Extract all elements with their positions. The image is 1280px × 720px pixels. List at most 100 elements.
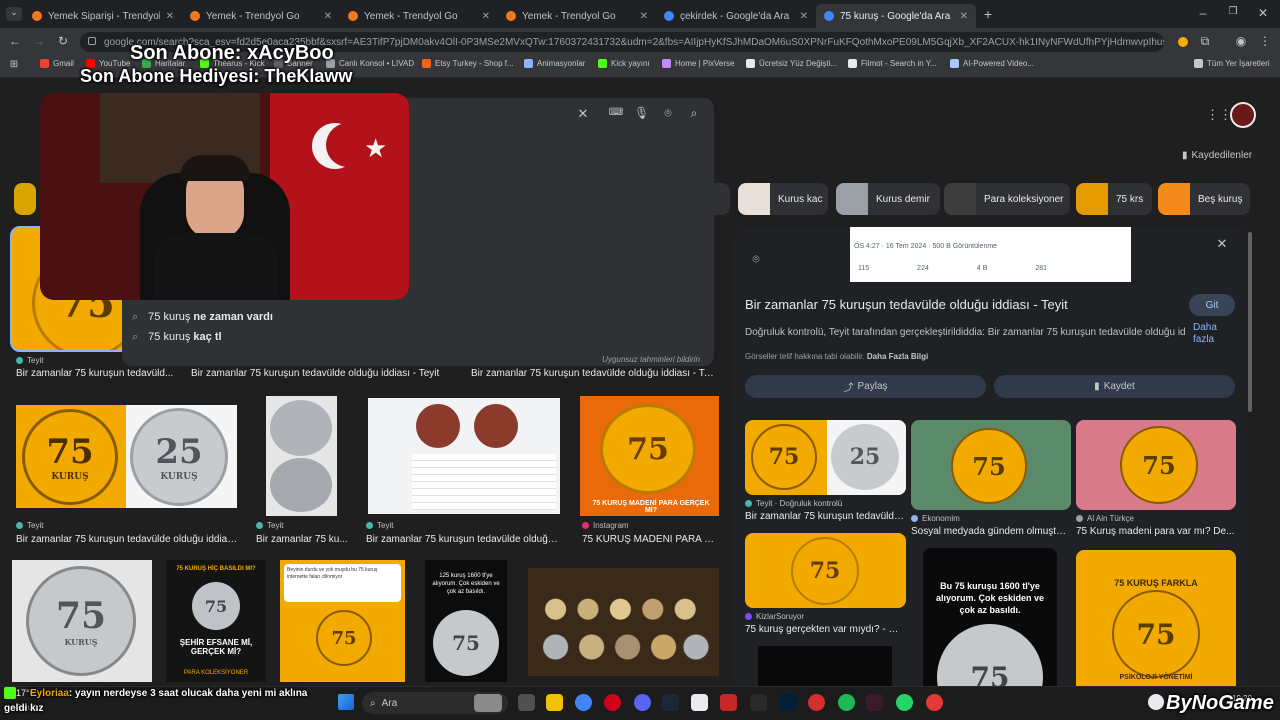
chrome-icon[interactable] xyxy=(575,694,592,711)
bookmark-animasyonlar[interactable]: Animasyonlar xyxy=(524,59,585,68)
chip-para-koleksiyoner[interactable]: Para koleksiyoner xyxy=(944,183,1070,215)
related-image[interactable]: Bu 75 kuruşu 1600 tl'ye alıyorum. Çok es… xyxy=(923,548,1057,686)
profile-icon[interactable]: ◉ xyxy=(1234,34,1248,48)
suggestion-item[interactable]: ⌕ 75 kuruş kaç tl xyxy=(122,326,714,348)
result-image[interactable] xyxy=(528,568,719,676)
result-image[interactable]: 125 kuruş 1600 tl'ye alıyorum. Çok eskid… xyxy=(425,560,507,682)
more-link[interactable]: Daha fazla xyxy=(1193,322,1227,346)
window-close-icon[interactable]: ✕ xyxy=(1256,6,1270,20)
close-panel-icon[interactable]: ✕ xyxy=(1214,236,1230,252)
minimize-icon[interactable]: – xyxy=(1196,6,1210,20)
result-source[interactable]: Instagram xyxy=(582,521,629,530)
related-image[interactable]: 75 KURUŞ FARKLA 75 PSİKOLOJİ YÖNETİMİ xyxy=(1076,550,1236,686)
google-apps-icon[interactable]: ⋮⋮ xyxy=(1206,107,1232,123)
keyboard-icon[interactable]: ⌨ xyxy=(608,107,624,118)
related-image[interactable]: 75 xyxy=(911,420,1071,510)
saved-link[interactable]: ▮ Kaydedilenler xyxy=(1182,150,1252,161)
result-image[interactable]: 75 KURUŞ HİÇ BASILDI MI? 75 ŞEHİR EFSANE… xyxy=(166,560,266,682)
result-caption[interactable]: 75 KURUŞ MADENİ PARA G... xyxy=(582,534,718,545)
menu-icon[interactable]: ⋮ xyxy=(1258,34,1272,48)
all-bookmarks[interactable]: Tüm Yer İşaretleri xyxy=(1194,59,1270,68)
close-icon[interactable]: ✕ xyxy=(482,11,490,22)
save-button[interactable]: ▮ Kaydet xyxy=(994,375,1235,398)
whatsapp-icon[interactable] xyxy=(896,694,913,711)
task-view-icon[interactable] xyxy=(518,694,535,711)
close-icon[interactable]: ✕ xyxy=(640,11,648,22)
app-icon[interactable] xyxy=(808,694,825,711)
bookmark-face-swap[interactable]: Ücretsiz Yüz Değişti... xyxy=(746,59,837,68)
back-icon[interactable]: ← xyxy=(8,34,22,48)
panel-title[interactable]: Bir zamanlar 75 kuruşun tedavülde olduğu… xyxy=(745,297,1068,312)
opera-icon[interactable] xyxy=(604,694,621,711)
result-caption[interactable]: Bir zamanlar 75 kuruşun tedavülde olduğu… xyxy=(191,368,451,379)
lens-icon[interactable]: ⌾ xyxy=(748,252,764,267)
clear-search-icon[interactable]: ✕ xyxy=(576,106,590,122)
related-source[interactable]: Al Ain Türkçe xyxy=(1076,514,1134,523)
spotify-icon[interactable] xyxy=(838,694,855,711)
tab-3[interactable]: Yemek - Trendyol Go ✕ xyxy=(340,4,498,28)
result-caption[interactable]: Bir zamanlar 75 kuruşun tedavülde olduğu… xyxy=(16,534,238,545)
reload-icon[interactable]: ↻ xyxy=(56,34,70,48)
account-avatar[interactable] xyxy=(1230,102,1256,128)
result-image[interactable]: 75 75 KURUŞ MADENİ PARA GERÇEK Mİ? xyxy=(580,396,719,516)
apps-icon[interactable]: ⊞ xyxy=(8,59,20,70)
related-source[interactable]: KizlarSoruyor xyxy=(745,612,804,621)
chip-kurus-demir[interactable]: Kurus demir xyxy=(836,183,940,215)
related-caption[interactable]: 75 kuruş gerçekten var mıydı? - Ki... xyxy=(745,624,905,635)
windows-start-icon[interactable] xyxy=(338,694,354,710)
related-image[interactable]: 75 xyxy=(745,533,906,608)
related-caption[interactable]: Bir zamanlar 75 kuruşun tedavülde... xyxy=(745,511,905,522)
result-source[interactable]: Teyit xyxy=(16,356,43,365)
result-image[interactable]: 75 KURUŞ 25 KURUŞ xyxy=(16,405,237,508)
microphone-icon[interactable]: 🎙 xyxy=(634,106,649,120)
close-icon[interactable]: ✕ xyxy=(166,11,174,22)
tab-4[interactable]: Yemek - Trendyol Go ✕ xyxy=(498,4,656,28)
tab-5[interactable]: çekirdek - Google'da Ara ✕ xyxy=(656,4,816,28)
related-source[interactable]: Ekonomim xyxy=(911,514,960,523)
app-icon[interactable] xyxy=(926,694,943,711)
bookmark-filmot[interactable]: Filmot - Search in Y... xyxy=(848,59,937,68)
tab-2[interactable]: Yemek - Trendyol Go ✕ xyxy=(182,4,340,28)
result-caption[interactable]: Bir zamanlar 75 ku... xyxy=(256,534,348,545)
new-tab-icon[interactable]: + xyxy=(980,6,996,22)
bookmark-pixverse[interactable]: Home | PixVerse xyxy=(662,59,734,68)
related-image[interactable] xyxy=(758,646,892,686)
result-source[interactable]: Teyit xyxy=(366,521,393,530)
steam-icon[interactable] xyxy=(662,694,679,711)
widgets-icon[interactable] xyxy=(474,694,502,712)
visit-button[interactable]: Git xyxy=(1189,294,1235,316)
related-image[interactable]: 75 25 xyxy=(745,420,906,495)
file-explorer-icon[interactable] xyxy=(546,694,563,711)
tab-6-active[interactable]: 75 kuruş - Google'da Ara ✕ xyxy=(816,4,976,28)
bookmark-etsy[interactable]: Etsy Turkey - Shop f... xyxy=(422,59,514,68)
epic-games-icon[interactable] xyxy=(750,694,767,711)
capcut-icon[interactable] xyxy=(691,694,708,711)
chip-kurus-kac[interactable]: Kurus kac xyxy=(738,183,828,215)
close-icon[interactable]: ✕ xyxy=(324,11,332,22)
preview-image[interactable]: ÖS 4:27 · 16 Tem 2024 · 500 B Görüntülen… xyxy=(850,227,1131,282)
chip-bes-kurus[interactable]: Beş kuruş xyxy=(1158,183,1250,215)
close-icon[interactable]: ✕ xyxy=(960,11,968,22)
search-icon[interactable]: ⌕ xyxy=(686,106,702,121)
site-info-icon[interactable] xyxy=(88,37,96,45)
tab-search-button[interactable]: ⌄ xyxy=(6,7,22,21)
result-caption[interactable]: Bir zamanlar 75 kuruşun tedavülde olduğu… xyxy=(471,368,719,379)
related-source[interactable]: Teyit · Doğruluk kontrolü xyxy=(745,499,842,508)
close-icon[interactable]: ✕ xyxy=(800,11,808,22)
result-image[interactable] xyxy=(266,396,337,516)
bookmark-gmail[interactable]: Gmail xyxy=(40,59,74,68)
result-source[interactable]: Teyit xyxy=(256,521,283,530)
result-image[interactable]: 75 KURUŞ xyxy=(12,560,152,682)
bookmark-ai-video[interactable]: AI-Powered Video... xyxy=(950,59,1034,68)
panel-scrollbar[interactable] xyxy=(1248,232,1252,412)
tab-1[interactable]: Yemek Siparişi - Trendyol Go✕ xyxy=(24,4,182,28)
suggestion-item[interactable]: ⌕ 75 kuruş ne zaman vardı xyxy=(122,306,714,328)
related-caption[interactable]: 75 Kuruş madeni para var mı? De... xyxy=(1076,526,1236,537)
result-source[interactable]: Teyit xyxy=(16,521,43,530)
extensions-icon[interactable]: ⧉ xyxy=(1198,34,1212,49)
related-image[interactable]: 75 xyxy=(1076,420,1236,510)
app-icon[interactable] xyxy=(720,694,737,711)
extension-icon[interactable] xyxy=(1178,37,1188,47)
lens-icon[interactable]: ⌾ xyxy=(660,106,676,121)
discord-icon[interactable] xyxy=(634,694,651,711)
